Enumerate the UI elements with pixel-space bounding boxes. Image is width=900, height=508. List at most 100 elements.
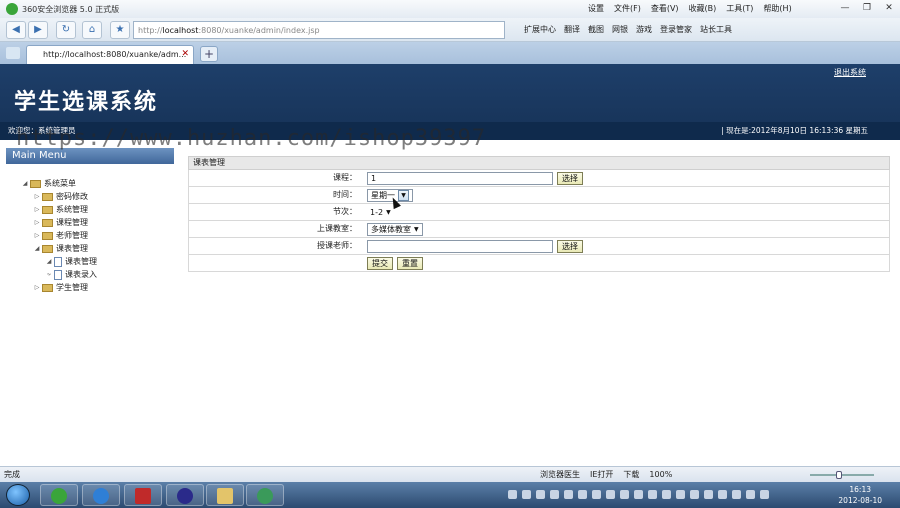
tree-item-password[interactable]: ▷ 密码修改 [32,191,88,202]
tab-admin-page[interactable]: http://localhost:8080/xuanke/adm... ✕ [26,45,194,64]
menu-help[interactable]: 帮助(H) [763,3,791,14]
back-arrow-icon[interactable]: ◀ [6,21,26,39]
tree-item-system[interactable]: ▷ 系统管理 [32,204,88,215]
toolbar-extensions[interactable]: 扩展中心 [524,24,556,35]
toolbar-webmaster-tools[interactable]: 站长工具 [700,24,732,35]
tray-icon[interactable] [760,490,769,499]
tray-icon[interactable] [718,490,727,499]
tray-icon[interactable] [564,490,573,499]
chevron-down-icon[interactable]: ▼ [414,224,419,235]
toolbar-screenshot[interactable]: 截图 [588,24,604,35]
taskbar-app-green[interactable] [246,484,284,506]
expand-icon[interactable]: ▷ [32,284,42,291]
period-select[interactable]: 1-2 ▼ [367,206,394,219]
menu-favorites[interactable]: 收藏(B) [689,3,717,14]
folder-icon [42,231,53,240]
collapse-icon[interactable]: ◢ [44,258,54,265]
new-tab-button[interactable]: + [200,46,218,62]
menu-file[interactable]: 文件(F) [614,3,641,14]
expand-icon[interactable]: ▷ [32,219,42,226]
expand-icon[interactable]: ▷ [32,232,42,239]
collapse-icon[interactable]: ◢ [32,245,42,252]
leaf-icon: ⸟ [46,271,52,278]
tree-item-schedule[interactable]: ◢ 课表管理 [32,243,88,254]
taskbar-app-red[interactable] [124,484,162,506]
expand-icon[interactable]: ▷ [32,206,42,213]
status-browser-doctor[interactable]: 浏览器医生 [540,467,580,482]
tray-icon[interactable] [704,490,713,499]
menu-view[interactable]: 查看(V) [651,3,679,14]
tray-icon[interactable] [746,490,755,499]
period-label: 节次： [333,207,357,216]
tree-root[interactable]: ◢ 系统菜单 [20,178,76,189]
tree-item-student[interactable]: ▷ 学生管理 [32,282,88,293]
tray-icon[interactable] [508,490,517,499]
tray-icon[interactable] [634,490,643,499]
tray-icon[interactable] [592,490,601,499]
tree-item-schedule-manage[interactable]: ◢ 课表管理 [44,256,97,267]
tab-bar: http://localhost:8080/xuanke/adm... ✕ + [0,42,900,64]
course-input[interactable]: 1 [367,172,553,185]
zoom-slider[interactable] [810,471,874,479]
tray-icon[interactable] [690,490,699,499]
tray-icon[interactable] [676,490,685,499]
taskbar-ie[interactable] [82,484,120,506]
taskbar-360-browser[interactable] [40,484,78,506]
zoom-slider-knob[interactable] [836,471,842,479]
taskbar-eclipse[interactable] [166,484,204,506]
status-open-ie[interactable]: IE打开 [590,467,613,482]
room-label: 上课教室： [317,224,357,233]
tray-icon[interactable] [522,490,531,499]
tray-icon[interactable] [648,490,657,499]
minimize-icon[interactable]: — [834,0,856,16]
taskbar-explorer[interactable] [206,484,244,506]
status-downloads[interactable]: 下载 [623,467,639,482]
expand-icon[interactable]: ▷ [32,193,42,200]
course-select-button[interactable]: 选择 [557,172,583,185]
favorite-star-icon[interactable]: ★ [110,21,130,39]
start-button[interactable] [6,484,30,506]
close-window-icon[interactable]: ✕ [878,0,900,16]
tree-item-schedule-entry[interactable]: ⸟ 课表录入 [44,269,97,280]
status-zoom[interactable]: 100% [649,467,672,482]
tab-close-icon[interactable]: ✕ [181,46,189,63]
tray-icon[interactable] [732,490,741,499]
sidebar-toggle-icon[interactable] [6,47,20,59]
tray-icon[interactable] [536,490,545,499]
url-prefix: http:// [138,25,163,35]
tray-icon[interactable] [662,490,671,499]
menu-tools[interactable]: 工具(T) [726,3,753,14]
tree-item-teacher[interactable]: ▷ 老师管理 [32,230,88,241]
maximize-icon[interactable]: ❐ [856,0,878,16]
folder-open-icon [42,244,53,253]
reset-button[interactable]: 重置 [397,257,423,270]
teacher-label: 授课老师： [317,241,357,250]
tray-icon[interactable] [620,490,629,499]
url-path: :8080/xuanke/admin/index.jsp [198,25,320,35]
home-icon[interactable]: ⌂ [82,21,102,39]
tray-icon[interactable] [606,490,615,499]
tray-icon[interactable] [550,490,559,499]
menu-settings[interactable]: 设置 [588,3,604,14]
room-select[interactable]: 多媒体教室 ▼ [367,223,423,236]
toolbar-login-manager[interactable]: 登录管家 [660,24,692,35]
time-label: 时间： [333,190,357,199]
chevron-down-icon[interactable]: ▼ [398,190,409,201]
folder-icon [30,179,41,188]
toolbar-banking[interactable]: 网银 [612,24,628,35]
toolbar-translate[interactable]: 翻译 [564,24,580,35]
teacher-select-button[interactable]: 选择 [557,240,583,253]
tray-icon[interactable] [578,490,587,499]
url-input[interactable]: http://localhost:8080/xuanke/admin/index… [133,21,505,39]
taskbar-clock[interactable]: 16:13 2012-08-10 [838,484,882,506]
url-host: localhost [162,25,199,35]
tree-item-course[interactable]: ▷ 课程管理 [32,217,88,228]
logout-link[interactable]: 退出系统 [834,67,866,78]
toolbar-games[interactable]: 游戏 [636,24,652,35]
forward-arrow-icon[interactable]: ▶ [28,21,48,39]
teacher-input[interactable] [367,240,553,253]
collapse-icon[interactable]: ◢ [20,180,30,187]
chevron-down-icon[interactable]: ▼ [386,207,391,218]
refresh-icon[interactable]: ↻ [56,21,76,39]
submit-button[interactable]: 提交 [367,257,393,270]
